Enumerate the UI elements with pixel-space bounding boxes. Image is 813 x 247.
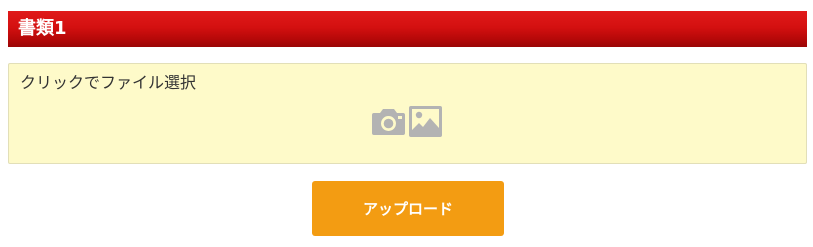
image-icon[interactable] bbox=[409, 105, 442, 137]
file-select-dropzone[interactable]: クリックでファイル選択 bbox=[8, 63, 807, 164]
section-title: 書類1 bbox=[18, 18, 67, 39]
section-header: 書類1 bbox=[8, 11, 807, 47]
camera-icon[interactable] bbox=[372, 107, 405, 135]
upload-button[interactable]: アップロード bbox=[312, 181, 504, 236]
upload-icons bbox=[372, 104, 442, 138]
file-select-label: クリックでファイル選択 bbox=[20, 73, 197, 92]
